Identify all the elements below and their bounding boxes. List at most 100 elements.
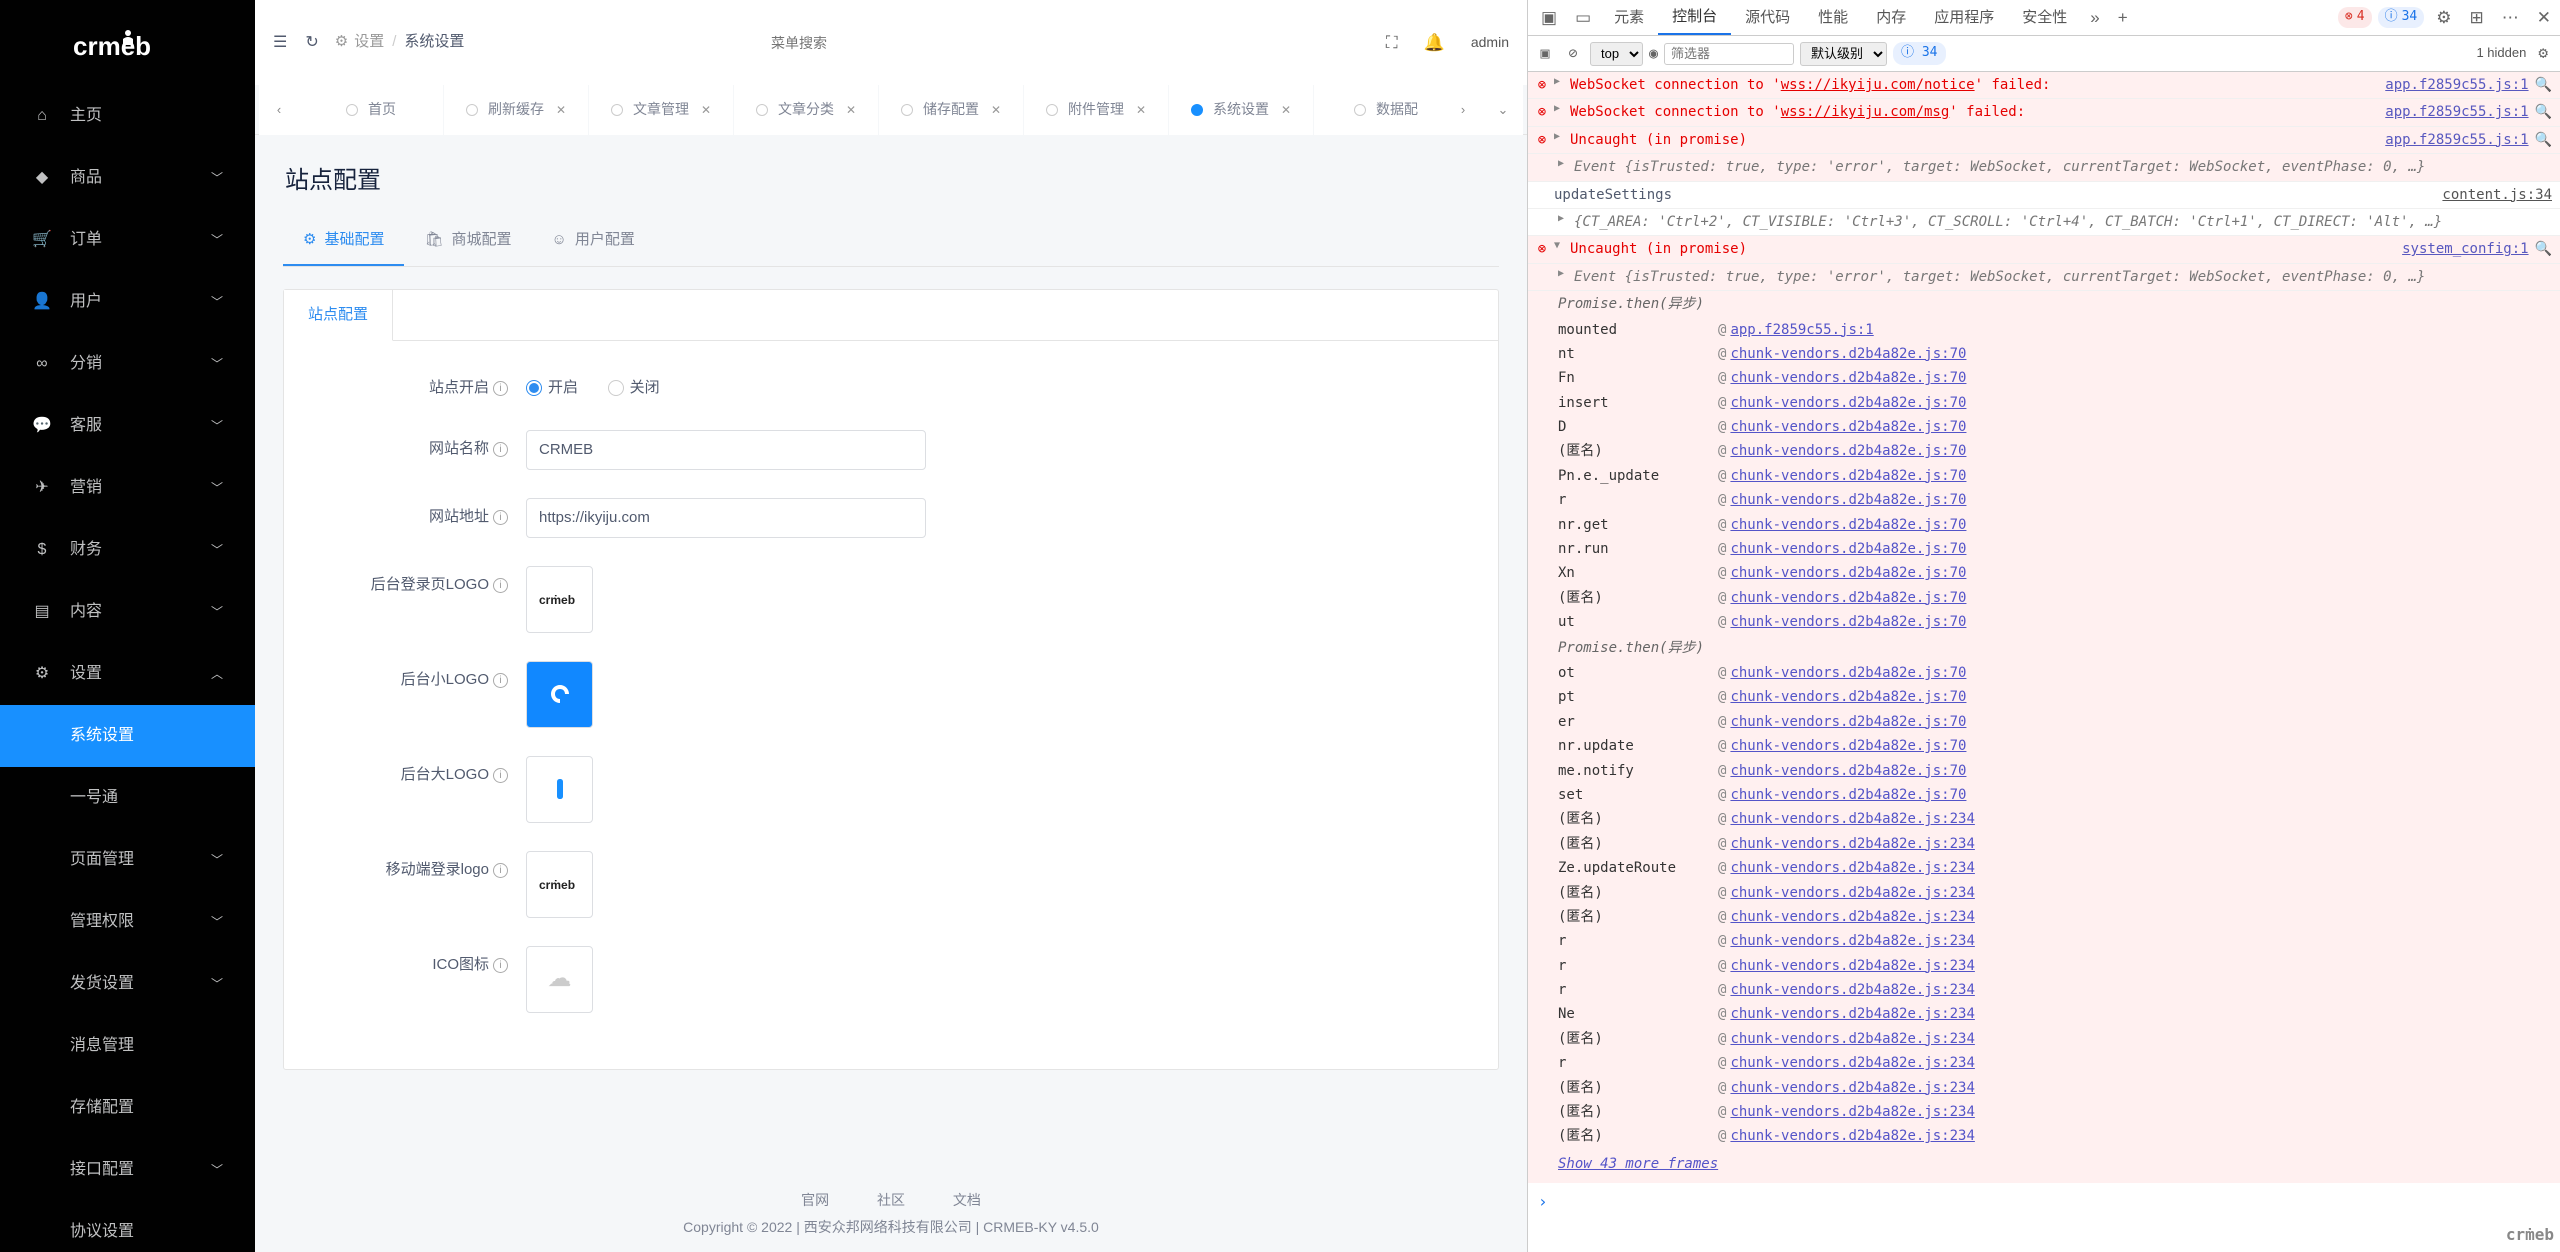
tabs-next[interactable]: › bbox=[1443, 85, 1483, 135]
login-logo-upload[interactable]: crṁeb bbox=[526, 566, 593, 633]
source-link[interactable]: chunk-vendors.d2b4a82e.js:70 bbox=[1730, 465, 1966, 487]
search-icon[interactable]: 🔍 bbox=[2535, 238, 2552, 260]
info-icon[interactable]: i bbox=[493, 863, 508, 878]
console-error-row[interactable]: ▼Uncaught (in promise)system_config:1🔍 bbox=[1528, 236, 2560, 263]
trace-row[interactable]: mounted@app.f2859c55.js:1 bbox=[1558, 318, 2552, 342]
trace-row[interactable]: (匿名)@chunk-vendors.d2b4a82e.js:234 bbox=[1558, 1100, 2552, 1124]
filter-input[interactable] bbox=[1664, 43, 1794, 65]
tabs-prev[interactable]: ‹ bbox=[259, 85, 299, 135]
trace-row[interactable]: insert@chunk-vendors.d2b4a82e.js:70 bbox=[1558, 391, 2552, 415]
ws-url-link[interactable]: wss://ikyiju.com/msg bbox=[1781, 104, 1950, 120]
inspect-icon[interactable]: ▣ bbox=[1532, 0, 1566, 35]
mobile-logo-upload[interactable]: crṁeb bbox=[526, 851, 593, 918]
bell-icon[interactable]: 🔔 bbox=[1424, 30, 1445, 56]
footer-link-community[interactable]: 社区 bbox=[877, 1192, 905, 1208]
source-link[interactable]: chunk-vendors.d2b4a82e.js:234 bbox=[1730, 930, 1974, 952]
source-link[interactable]: chunk-vendors.d2b4a82e.js:70 bbox=[1730, 514, 1966, 536]
trace-row[interactable]: r@chunk-vendors.d2b4a82e.js:234 bbox=[1558, 954, 2552, 978]
console-detail-row[interactable]: ▶{CT_AREA: 'Ctrl+2', CT_VISIBLE: 'Ctrl+3… bbox=[1528, 209, 2560, 236]
collapse-icon[interactable]: ▼ bbox=[1554, 238, 1566, 254]
trace-row[interactable]: er@chunk-vendors.d2b4a82e.js:70 bbox=[1558, 710, 2552, 734]
console-error-row[interactable]: ▶WebSocket connection to 'wss://ikyiju.c… bbox=[1528, 99, 2560, 126]
small-logo-upload[interactable] bbox=[526, 661, 593, 728]
source-link[interactable]: chunk-vendors.d2b4a82e.js:234 bbox=[1730, 1003, 1974, 1025]
tab-console[interactable]: 控制台 bbox=[1658, 0, 1731, 35]
trace-row[interactable]: (匿名)@chunk-vendors.d2b4a82e.js:70 bbox=[1558, 586, 2552, 610]
tab-mall-config[interactable]: 🛍商城配置 bbox=[404, 217, 531, 266]
source-link[interactable]: chunk-vendors.d2b4a82e.js:70 bbox=[1730, 392, 1966, 414]
trace-row[interactable]: nt@chunk-vendors.d2b4a82e.js:70 bbox=[1558, 342, 2552, 366]
footer-link-official[interactable]: 官网 bbox=[801, 1192, 829, 1208]
menu-service[interactable]: 💬客服﹀ bbox=[0, 395, 255, 457]
submenu-storage[interactable]: 存储配置 bbox=[0, 1077, 255, 1139]
trace-row[interactable]: Ze.updateRoute@chunk-vendors.d2b4a82e.js… bbox=[1558, 856, 2552, 880]
tab-刷新缓存[interactable]: 刷新缓存✕ bbox=[444, 85, 589, 135]
trace-row[interactable]: me.notify@chunk-vendors.d2b4a82e.js:70 bbox=[1558, 759, 2552, 783]
source-link[interactable]: app.f2859c55.js:1 bbox=[1730, 319, 1873, 341]
info-count-badge[interactable]: ⓘ 34 bbox=[2378, 7, 2425, 28]
source-link[interactable]: chunk-vendors.d2b4a82e.js:234 bbox=[1730, 1028, 1974, 1050]
info-icon[interactable]: i bbox=[493, 673, 508, 688]
search-icon[interactable]: 🔍 bbox=[2535, 101, 2552, 123]
menu-settings[interactable]: ⚙设置︿ bbox=[0, 643, 255, 705]
source-link[interactable]: chunk-vendors.d2b4a82e.js:70 bbox=[1730, 587, 1966, 609]
close-icon[interactable]: ✕ bbox=[1136, 101, 1146, 119]
console-prompt[interactable]: › bbox=[1528, 1183, 2560, 1221]
console-log-row[interactable]: updateSettingscontent.js:34 bbox=[1528, 182, 2560, 209]
trace-row[interactable]: set@chunk-vendors.d2b4a82e.js:70 bbox=[1558, 783, 2552, 807]
hamburger-icon[interactable]: ☰ bbox=[273, 31, 287, 55]
ico-upload[interactable]: ☁ bbox=[526, 946, 593, 1013]
radio-close[interactable]: 关闭 bbox=[608, 369, 660, 400]
submenu-yihaotong[interactable]: 一号通 bbox=[0, 767, 255, 829]
source-link[interactable]: app.f2859c55.js:1 bbox=[2373, 101, 2528, 123]
panel-tab-site[interactable]: 站点配置 bbox=[284, 290, 393, 342]
menu-orders[interactable]: 🛒订单﹀ bbox=[0, 209, 255, 271]
trace-row[interactable]: (匿名)@chunk-vendors.d2b4a82e.js:234 bbox=[1558, 1124, 2552, 1148]
device-icon[interactable]: ▭ bbox=[1566, 0, 1600, 35]
source-link[interactable]: chunk-vendors.d2b4a82e.js:70 bbox=[1730, 343, 1966, 365]
tab-首页[interactable]: 首页 bbox=[299, 85, 444, 135]
trace-row[interactable]: (匿名)@chunk-vendors.d2b4a82e.js:234 bbox=[1558, 1076, 2552, 1100]
tab-文章分类[interactable]: 文章分类✕ bbox=[734, 85, 879, 135]
close-icon[interactable]: ✕ bbox=[991, 101, 1001, 119]
menu-finance[interactable]: $财务﹀ bbox=[0, 519, 255, 581]
add-tab-icon[interactable]: + bbox=[2109, 0, 2137, 35]
tab-application[interactable]: 应用程序 bbox=[1920, 0, 2008, 35]
source-link[interactable]: chunk-vendors.d2b4a82e.js:70 bbox=[1730, 416, 1966, 438]
info-icon[interactable]: i bbox=[493, 442, 508, 457]
source-link[interactable]: chunk-vendors.d2b4a82e.js:70 bbox=[1730, 538, 1966, 560]
source-link[interactable]: content.js:34 bbox=[2430, 184, 2552, 206]
hidden-count[interactable]: 1 hidden bbox=[2476, 44, 2526, 62]
submenu-system-settings[interactable]: 系统设置 bbox=[0, 705, 255, 767]
trace-row[interactable]: Pn.e._update@chunk-vendors.d2b4a82e.js:7… bbox=[1558, 464, 2552, 488]
big-logo-upload[interactable] bbox=[526, 756, 593, 823]
trace-row[interactable]: ut@chunk-vendors.d2b4a82e.js:70 bbox=[1558, 610, 2552, 634]
menu-marketing[interactable]: ✈营销﹀ bbox=[0, 457, 255, 519]
close-icon[interactable]: ✕ bbox=[701, 101, 711, 119]
user-menu[interactable]: admin bbox=[1471, 32, 1509, 53]
tabs-menu[interactable]: ⌄ bbox=[1483, 85, 1523, 135]
source-link[interactable]: chunk-vendors.d2b4a82e.js:70 bbox=[1730, 662, 1966, 684]
footer-link-docs[interactable]: 文档 bbox=[953, 1192, 981, 1208]
close-icon[interactable]: ✕ bbox=[556, 101, 566, 119]
info-icon[interactable]: i bbox=[493, 381, 508, 396]
trace-row[interactable]: D@chunk-vendors.d2b4a82e.js:70 bbox=[1558, 415, 2552, 439]
submenu-shipping[interactable]: 发货设置﹀ bbox=[0, 953, 255, 1015]
source-link[interactable]: chunk-vendors.d2b4a82e.js:70 bbox=[1730, 611, 1966, 633]
expand-icon[interactable]: ▶ bbox=[1558, 156, 1570, 172]
source-link[interactable]: chunk-vendors.d2b4a82e.js:234 bbox=[1730, 808, 1974, 830]
menu-content[interactable]: ▤内容﹀ bbox=[0, 581, 255, 643]
info-icon[interactable]: i bbox=[493, 578, 508, 593]
source-link[interactable]: chunk-vendors.d2b4a82e.js:70 bbox=[1730, 784, 1966, 806]
context-select[interactable]: top bbox=[1590, 42, 1643, 66]
breadcrumb-parent[interactable]: 设置 bbox=[354, 31, 384, 54]
trace-row[interactable]: (匿名)@chunk-vendors.d2b4a82e.js:234 bbox=[1558, 807, 2552, 831]
expand-icon[interactable]: ▶ bbox=[1558, 266, 1570, 282]
trace-row[interactable]: (匿名)@chunk-vendors.d2b4a82e.js:70 bbox=[1558, 439, 2552, 463]
trace-row[interactable]: Fn@chunk-vendors.d2b4a82e.js:70 bbox=[1558, 366, 2552, 390]
info-icon[interactable]: i bbox=[493, 958, 508, 973]
refresh-icon[interactable]: ↻ bbox=[305, 31, 318, 55]
live-expression-icon[interactable]: ◉ bbox=[1649, 43, 1658, 64]
source-link[interactable]: chunk-vendors.d2b4a82e.js:234 bbox=[1730, 1077, 1974, 1099]
tab-memory[interactable]: 内存 bbox=[1862, 0, 1920, 35]
